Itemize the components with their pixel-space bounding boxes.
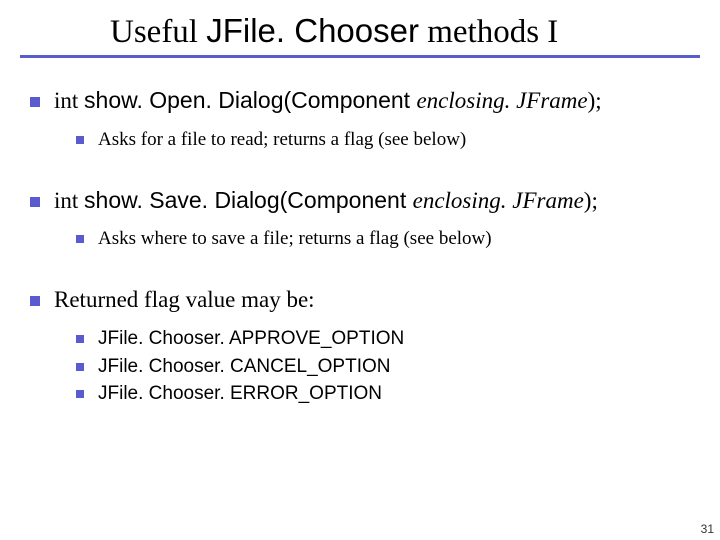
bullet-l2: JFile. Chooser. APPROVE_OPTION [20,327,700,351]
bullet-square-icon [76,363,84,371]
title-underline [20,55,700,58]
bullet-l1-text: int show. Save. Dialog(Component enclosi… [54,186,598,216]
b3-sub0: JFile. Chooser. APPROVE_OPTION [98,328,404,349]
bullet-l2-text: JFile. Chooser. CANCEL_OPTION [98,355,390,379]
bullet-l2-text: Asks where to save a file; returns a fla… [98,227,492,251]
page-number: 31 [701,522,714,536]
b2-prefix: int [54,188,84,213]
bullet-l2: Asks for a file to read; returns a flag … [20,128,700,152]
bullet-l1-text: Returned flag value may be: [54,285,315,315]
title-row: Useful JFile. Chooser methods I [110,12,700,51]
title-part2: JFile. Chooser [206,12,419,49]
bullet-square-icon [76,335,84,343]
bullet-l1: int show. Save. Dialog(Component enclosi… [20,186,700,216]
bullet-l2: JFile. Chooser. CANCEL_OPTION [20,355,700,379]
bullet-l2: Asks where to save a file; returns a fla… [20,227,700,251]
slide: Useful JFile. Chooser methods I int show… [0,0,720,540]
bullet-l2: JFile. Chooser. ERROR_OPTION [20,382,700,406]
b1-suffix: ); [588,88,602,113]
bullet-square-icon [30,197,40,207]
bullet-square-icon [30,97,40,107]
bullet-square-icon [76,235,84,243]
b3-text: Returned flag value may be: [54,287,315,312]
slide-title: Useful JFile. Chooser methods I [110,12,558,51]
b2-sans: show. Save. Dialog(Component [84,187,413,213]
bullet-square-icon [30,296,40,306]
b1-prefix: int [54,88,84,113]
bullet-square-icon [76,136,84,144]
bullet-l2-text: JFile. Chooser. APPROVE_OPTION [98,327,404,351]
b2-suffix: ); [584,188,598,213]
b1-ital: enclosing. JFrame [416,88,587,113]
b1-sans: show. Open. Dialog(Component [84,87,416,113]
b3-sub1: JFile. Chooser. CANCEL_OPTION [98,356,390,377]
bullet-l2-text: Asks for a file to read; returns a flag … [98,128,466,152]
bullet-l1: int show. Open. Dialog(Component enclosi… [20,86,700,116]
b2-ital: enclosing. JFrame [413,188,584,213]
bullet-l1: Returned flag value may be: [20,285,700,315]
title-part3: methods I [419,14,558,50]
b3-sub2: JFile. Chooser. ERROR_OPTION [98,383,382,404]
bullet-square-icon [76,390,84,398]
bullet-l2-text: JFile. Chooser. ERROR_OPTION [98,382,382,406]
bullet-l1-text: int show. Open. Dialog(Component enclosi… [54,86,602,116]
title-part1: Useful [110,14,206,50]
